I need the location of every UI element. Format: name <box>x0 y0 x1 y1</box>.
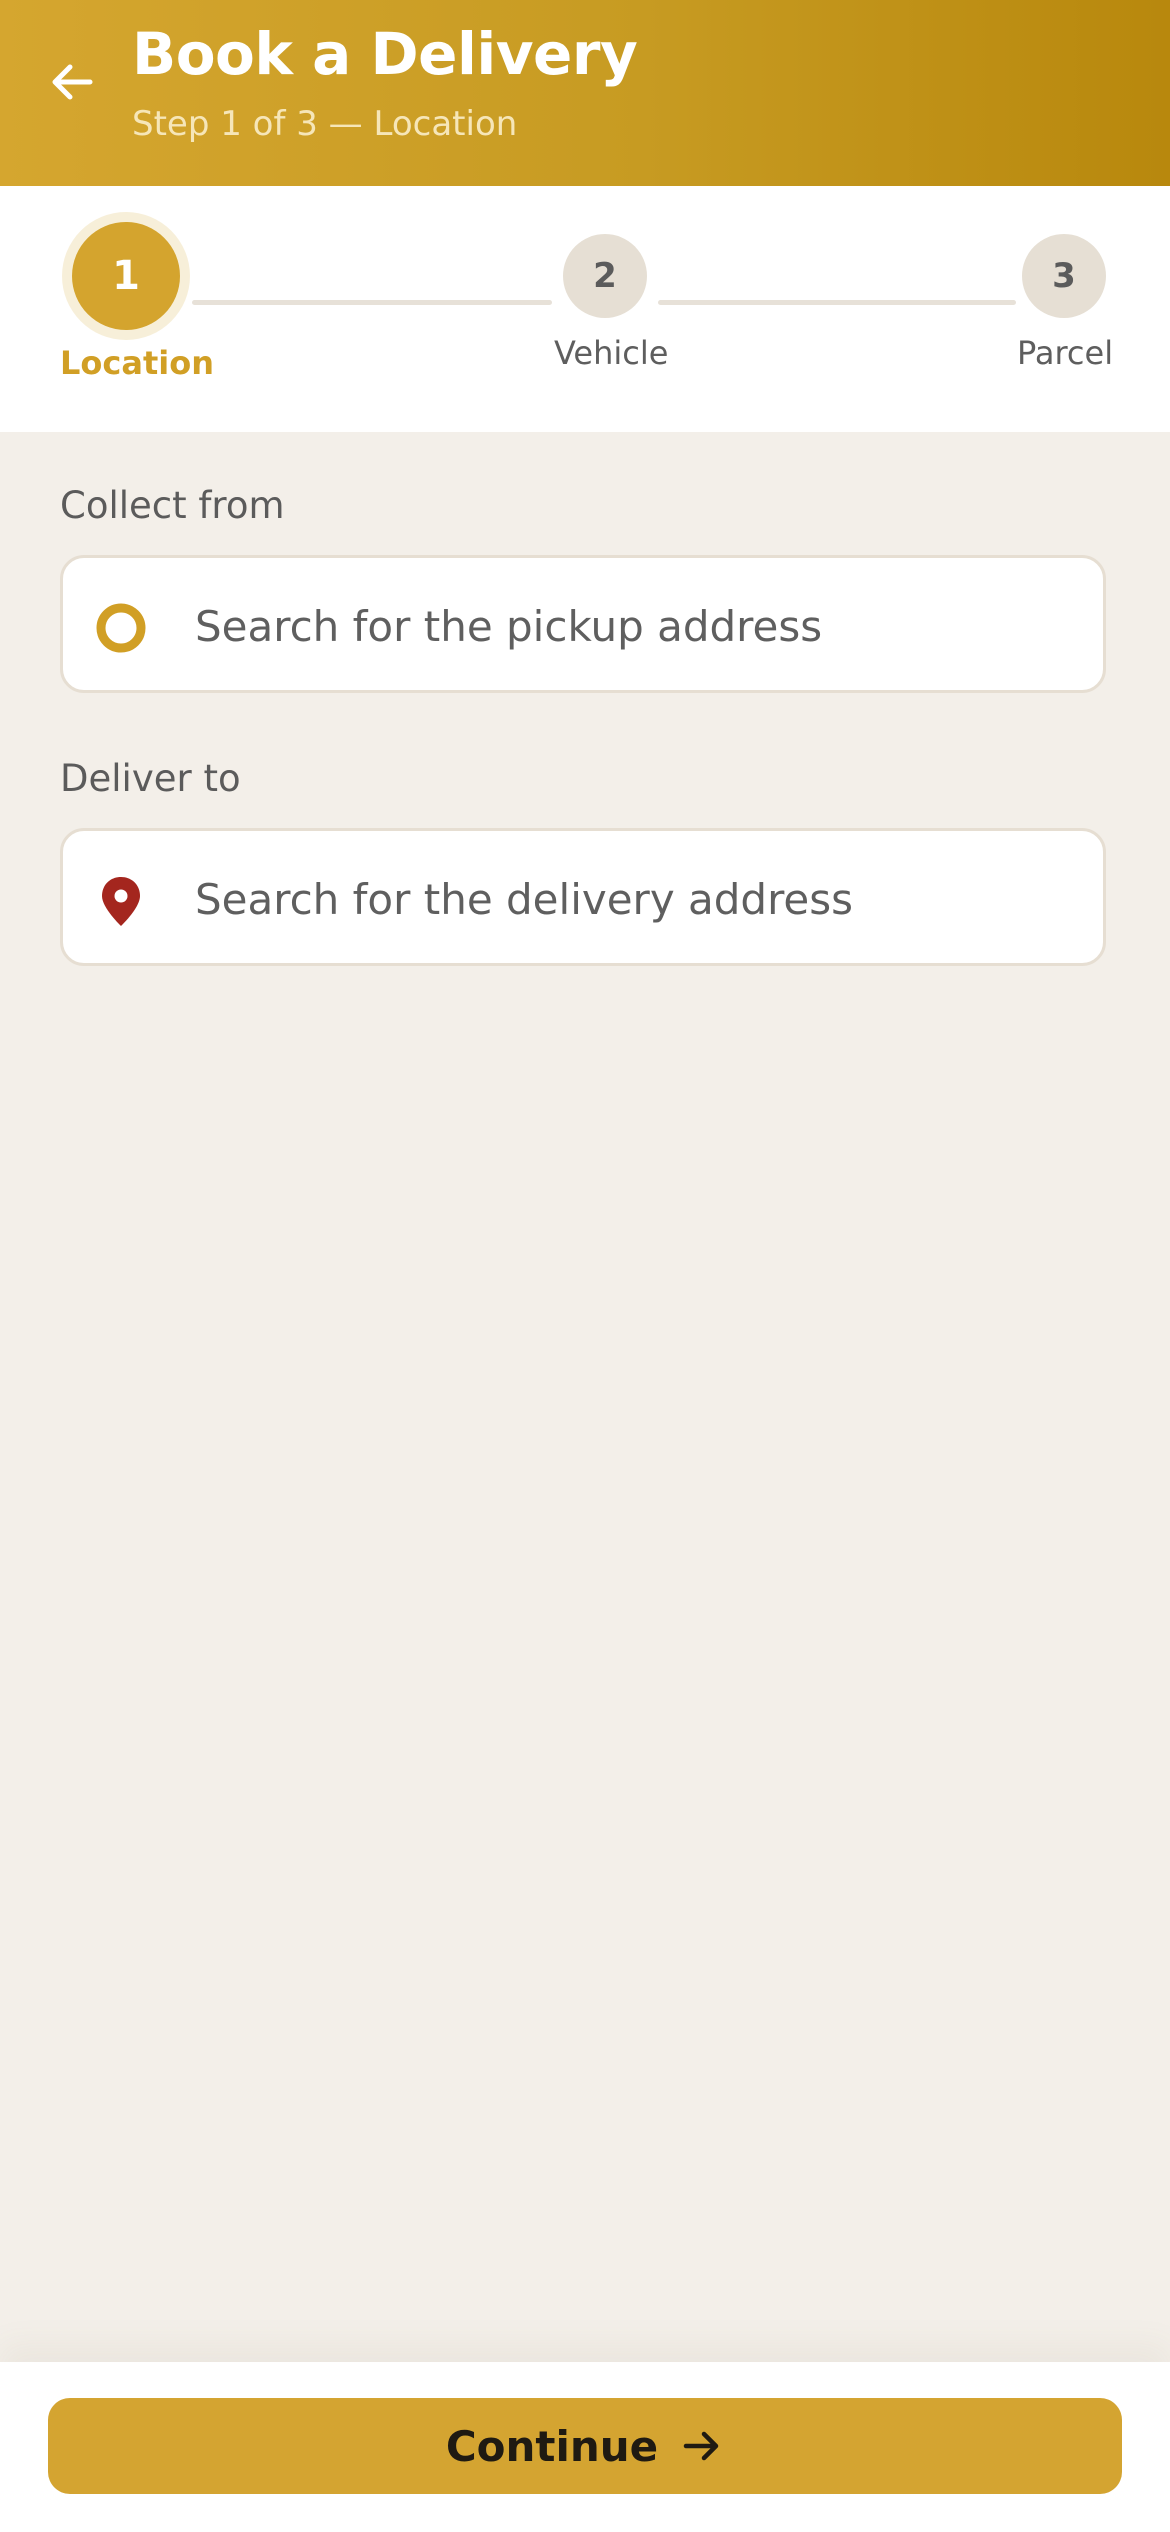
continue-label: Continue <box>445 2421 659 2471</box>
step-connector-2 <box>658 300 1016 305</box>
step-1-label: Location <box>60 344 214 382</box>
continue-button[interactable]: Continue <box>48 2398 1122 2494</box>
step-3-indicator: 3 <box>1022 234 1106 318</box>
step-3-number: 3 <box>1052 256 1076 296</box>
map-pin-icon <box>93 873 149 929</box>
pickup-placeholder: Search for the pickup address <box>195 602 823 651</box>
delivery-address-input[interactable]: Search for the delivery address <box>60 828 1106 966</box>
progress-stepper: 1 Location 2 Vehicle 3 Parcel <box>0 186 1170 432</box>
delivery-label: Deliver to <box>60 757 241 800</box>
step-2-label: Vehicle <box>554 334 669 372</box>
pickup-ring-icon <box>93 600 149 656</box>
step-2-indicator: 2 <box>563 234 647 318</box>
pickup-label: Collect from <box>60 484 285 527</box>
step-3-label: Parcel <box>1017 334 1114 372</box>
page-subtitle: Step 1 of 3 — Location <box>132 104 518 144</box>
page-title: Book a Delivery <box>132 20 638 88</box>
bottom-action-bar: Continue <box>0 2362 1170 2532</box>
delivery-placeholder: Search for the delivery address <box>195 875 854 924</box>
step-connector-1 <box>192 300 552 305</box>
app-header: Book a Delivery Step 1 of 3 — Location <box>0 0 1170 186</box>
arrow-right-icon <box>680 2424 724 2468</box>
pickup-address-input[interactable]: Search for the pickup address <box>60 555 1106 693</box>
arrow-left-icon <box>52 64 93 100</box>
step-2-number: 2 <box>593 256 617 296</box>
back-button[interactable] <box>36 46 108 118</box>
step-1-number: 1 <box>112 253 140 299</box>
step-1-indicator: 1 <box>72 222 180 330</box>
